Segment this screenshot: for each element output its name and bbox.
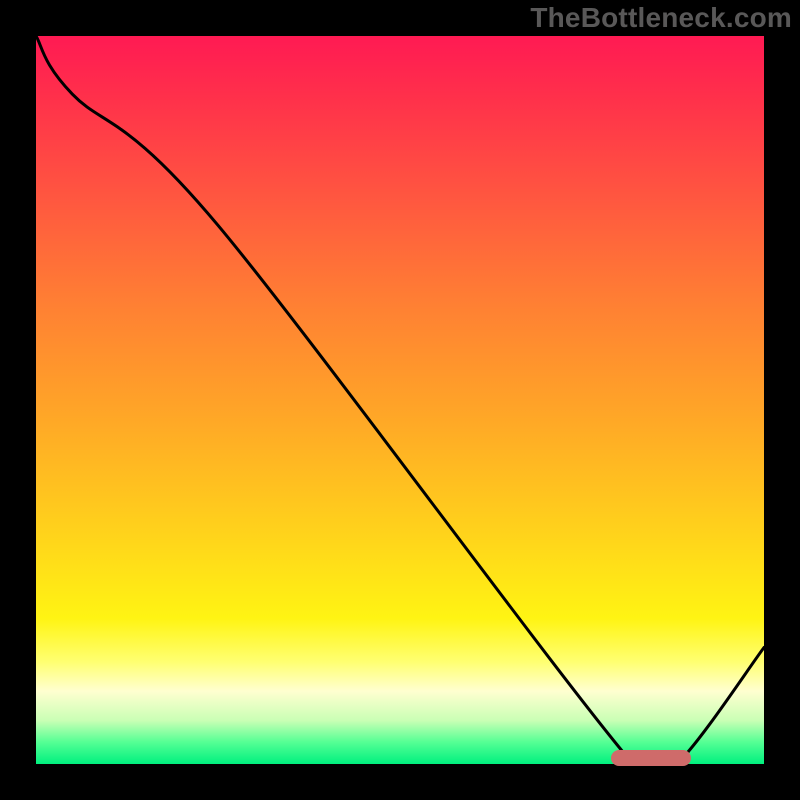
plot-area [36,36,764,764]
optimal-range-marker [611,750,691,766]
watermark-text: TheBottleneck.com [530,2,792,34]
bottleneck-curve [36,36,764,764]
curve-path [36,36,764,764]
chart-frame: TheBottleneck.com [0,0,800,800]
